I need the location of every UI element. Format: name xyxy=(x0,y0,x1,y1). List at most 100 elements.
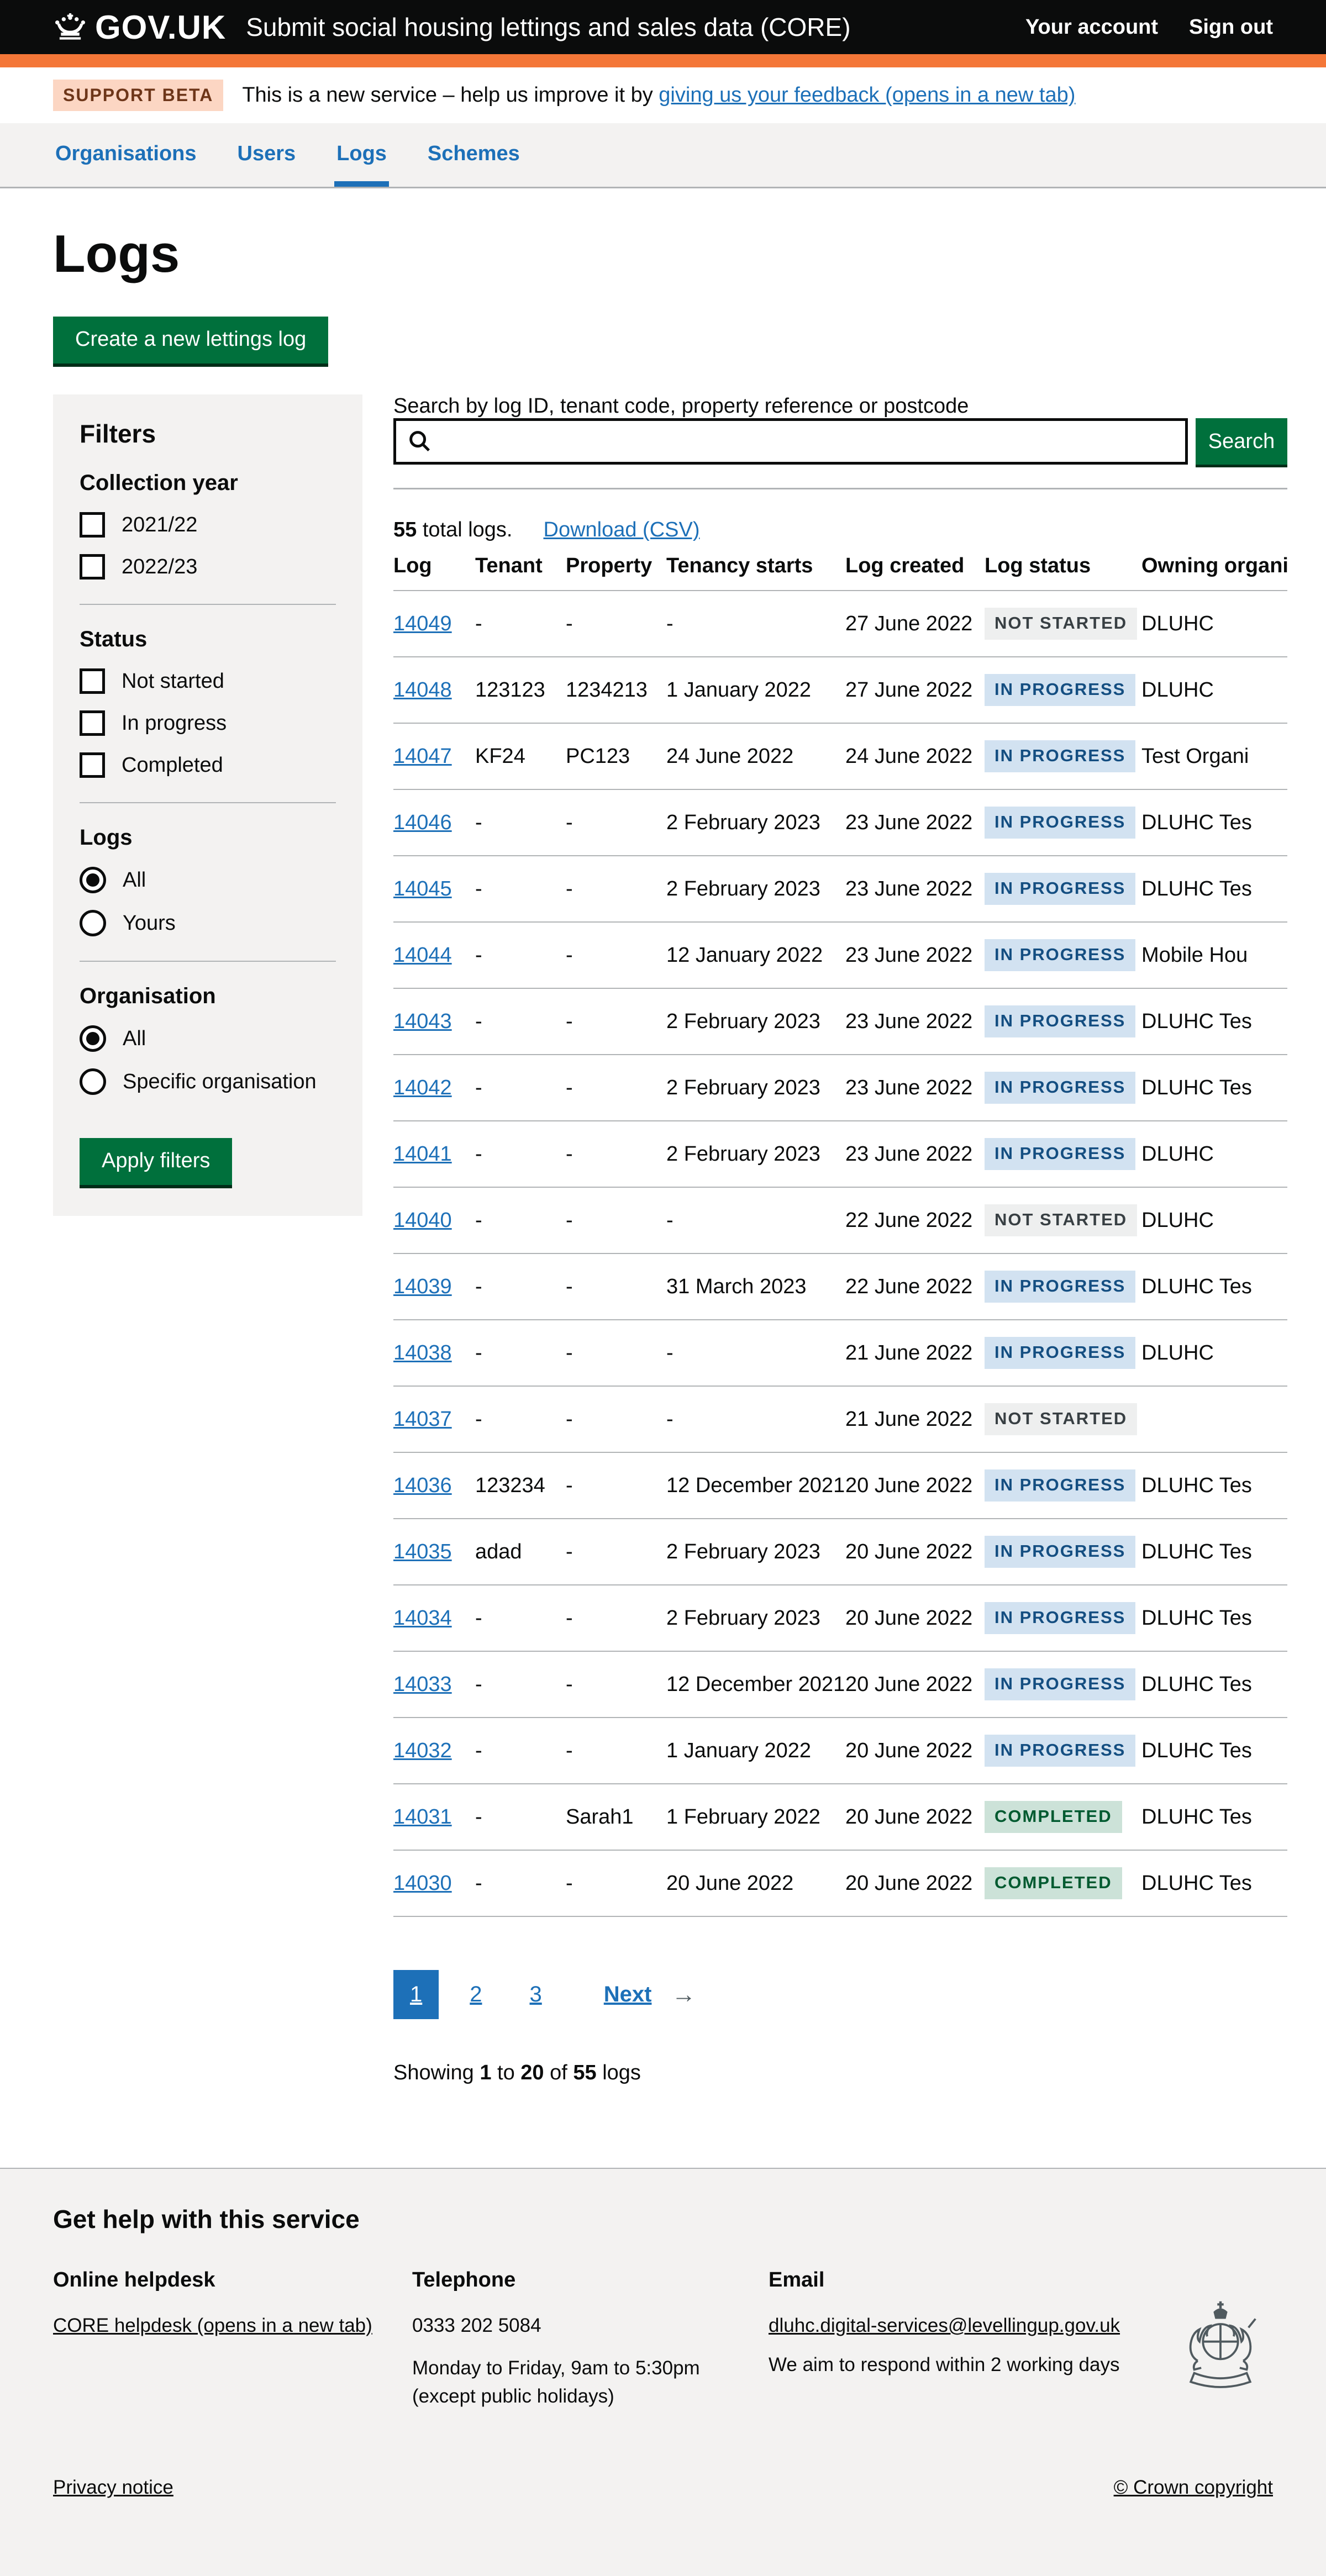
radio-icon[interactable] xyxy=(80,1068,106,1095)
table-row: 14036123234-12 December 202120 June 2022… xyxy=(393,1452,1287,1519)
govuk-logo[interactable]: GOV.UK xyxy=(53,8,226,46)
tenancy-starts-cell: - xyxy=(666,1386,845,1452)
log-link[interactable]: 14046 xyxy=(393,811,452,834)
showing-results-text: Showing 1 to 20 of 55 logs xyxy=(393,2061,1287,2085)
radio-icon[interactable] xyxy=(80,910,106,936)
log-link[interactable]: 14030 xyxy=(393,1872,452,1895)
footer: Get help with this service Online helpde… xyxy=(0,2168,1326,2576)
owning-org-cell: DLUHC Tes xyxy=(1141,856,1287,922)
download-csv-link[interactable]: Download (CSV) xyxy=(544,518,700,542)
pagination-page-2[interactable]: 2 xyxy=(453,1970,498,2019)
service-name-link[interactable]: Submit social housing lettings and sales… xyxy=(246,12,850,42)
log-link[interactable]: 14032 xyxy=(393,1739,452,1762)
log-link[interactable]: 14044 xyxy=(393,944,452,967)
log-link[interactable]: 14035 xyxy=(393,1540,452,1563)
tenant-cell: - xyxy=(475,1718,566,1784)
log-link[interactable]: 14048 xyxy=(393,678,452,702)
nav-tab-logs-link[interactable]: Logs xyxy=(334,123,389,187)
filter-divider xyxy=(80,961,336,962)
nav-tab-schemes-link[interactable]: Schemes xyxy=(425,123,522,187)
log-link[interactable]: 14049 xyxy=(393,612,452,635)
log-link[interactable]: 14043 xyxy=(393,1010,452,1033)
privacy-notice-link[interactable]: Privacy notice xyxy=(53,2477,173,2499)
tenant-cell: - xyxy=(475,591,566,657)
checkbox-icon[interactable] xyxy=(80,668,105,694)
crown-copyright-link[interactable]: © Crown copyright xyxy=(1114,2477,1273,2499)
tenancy-starts-cell: 2 February 2023 xyxy=(666,856,845,922)
property-cell: - xyxy=(566,1055,666,1121)
sign-out-link[interactable]: Sign out xyxy=(1189,15,1273,39)
filter-option-label: Completed xyxy=(122,754,223,777)
tenancy-starts-cell: 12 January 2022 xyxy=(666,922,845,988)
checkbox-icon[interactable] xyxy=(80,554,105,580)
log-link[interactable]: 14040 xyxy=(393,1209,452,1232)
total-logs-count: 55 xyxy=(393,518,417,541)
checkbox-icon[interactable] xyxy=(80,512,105,538)
checkbox-option-2022-23[interactable]: 2022/23 xyxy=(80,554,336,580)
status-badge: COMPLETED xyxy=(985,1867,1122,1899)
pagination-page-3[interactable]: 3 xyxy=(513,1970,559,2019)
nav-tab-users-link[interactable]: Users xyxy=(235,123,298,187)
property-cell: - xyxy=(566,789,666,856)
nav-tab-organisations-link[interactable]: Organisations xyxy=(53,123,199,187)
radio-option-yours[interactable]: Yours xyxy=(80,910,336,936)
log-created-cell: 22 June 2022 xyxy=(845,1253,985,1320)
log-created-cell: 22 June 2022 xyxy=(845,1187,985,1253)
table-row: 14034--2 February 202320 June 2022IN PRO… xyxy=(393,1585,1287,1651)
radio-icon[interactable] xyxy=(80,867,106,893)
log-link[interactable]: 14033 xyxy=(393,1673,452,1696)
log-link[interactable]: 14034 xyxy=(393,1606,452,1630)
phase-banner: SUPPORT BETA This is a new service – hel… xyxy=(0,67,1326,123)
filters-panel: Filters Collection year2021/222022/23Sta… xyxy=(53,394,362,1216)
radio-icon[interactable] xyxy=(80,1025,106,1052)
apply-filters-button[interactable]: Apply filters xyxy=(80,1138,232,1185)
tenant-cell: - xyxy=(475,988,566,1055)
log-link[interactable]: 14031 xyxy=(393,1805,452,1829)
search-input[interactable] xyxy=(393,418,1188,465)
radio-option-all[interactable]: All xyxy=(80,1025,336,1052)
status-badge: IN PROGRESS xyxy=(985,807,1135,839)
checkbox-option-completed[interactable]: Completed xyxy=(80,752,336,778)
log-link[interactable]: 14039 xyxy=(393,1275,452,1298)
tenancy-starts-cell: 31 March 2023 xyxy=(666,1253,845,1320)
email-link[interactable]: dluhc.digital-services@levellingup.gov.u… xyxy=(769,2315,1120,2336)
column-header-tenant: Tenant xyxy=(475,547,566,591)
log-link[interactable]: 14038 xyxy=(393,1341,452,1365)
online-helpdesk-heading: Online helpdesk xyxy=(53,2265,412,2295)
filter-option-label: Specific organisation xyxy=(123,1070,317,1094)
results-section: Search by log ID, tenant code, property … xyxy=(393,394,1287,2135)
owning-org-cell: DLUHC Tes xyxy=(1141,1519,1287,1585)
tenant-cell: - xyxy=(475,1386,566,1452)
govuk-header: GOV.UK Submit social housing lettings an… xyxy=(0,0,1326,54)
column-header-tenancy-starts: Tenancy starts xyxy=(666,547,845,591)
radio-option-all[interactable]: All xyxy=(80,867,336,893)
status-badge: IN PROGRESS xyxy=(985,873,1135,905)
property-cell: - xyxy=(566,1651,666,1718)
checkbox-option-not-started[interactable]: Not started xyxy=(80,668,336,694)
log-link[interactable]: 14037 xyxy=(393,1408,452,1431)
create-lettings-log-button[interactable]: Create a new lettings log xyxy=(53,317,328,364)
feedback-link[interactable]: giving us your feedback (opens in a new … xyxy=(659,83,1075,107)
property-cell: - xyxy=(566,1850,666,1916)
log-link[interactable]: 14047 xyxy=(393,745,452,768)
log-link[interactable]: 14045 xyxy=(393,877,452,900)
your-account-link[interactable]: Your account xyxy=(1025,15,1158,39)
status-badge: IN PROGRESS xyxy=(985,674,1135,706)
email-response-note: We aim to respond within 2 working days xyxy=(769,2351,1151,2379)
table-row: 14031-Sarah11 February 202220 June 2022C… xyxy=(393,1784,1287,1850)
checkbox-option-2021-22[interactable]: 2021/22 xyxy=(80,512,336,538)
checkbox-icon[interactable] xyxy=(80,752,105,778)
core-helpdesk-link[interactable]: CORE helpdesk (opens in a new tab) xyxy=(53,2315,372,2336)
showing-to: 20 xyxy=(520,2061,544,2084)
log-link[interactable]: 14036 xyxy=(393,1474,452,1497)
search-button[interactable]: Search xyxy=(1196,418,1287,465)
property-cell: - xyxy=(566,1320,666,1386)
log-link[interactable]: 14041 xyxy=(393,1142,452,1166)
checkbox-option-in-progress[interactable]: In progress xyxy=(80,710,336,736)
radio-option-specific-organisation[interactable]: Specific organisation xyxy=(80,1068,336,1095)
pagination-page-1[interactable]: 1 xyxy=(393,1970,439,2019)
checkbox-icon[interactable] xyxy=(80,710,105,736)
pagination-next-link[interactable]: Next xyxy=(587,1970,669,2019)
column-header-property: Property xyxy=(566,547,666,591)
log-link[interactable]: 14042 xyxy=(393,1076,452,1099)
